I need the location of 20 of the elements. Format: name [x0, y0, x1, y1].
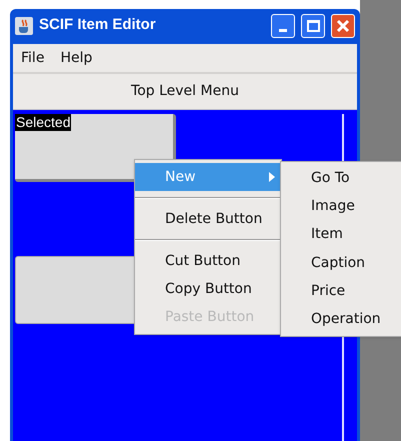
submenu-item[interactable]: Item [281, 220, 401, 249]
context-menu-item[interactable]: Cut Button [135, 247, 281, 275]
submenu-arrow-icon [269, 172, 275, 182]
submenu-item[interactable]: Go To [281, 164, 401, 192]
top-level-menu-button[interactable]: Top Level Menu [13, 74, 357, 110]
submenu-item[interactable]: Price [281, 277, 401, 306]
submenu-item[interactable]: Operation [281, 305, 401, 334]
submenu-item[interactable]: Caption [281, 248, 401, 278]
maximize-button[interactable] [301, 14, 325, 38]
menu-item[interactable]: File [21, 48, 44, 68]
submenu-item[interactable]: Image [281, 192, 401, 221]
selected-label: Selected [15, 114, 72, 131]
window-title: SCIF Item Editor [39, 15, 157, 36]
minimize-button[interactable] [271, 14, 295, 38]
context-menu-item[interactable]: Delete Button [135, 205, 281, 233]
close-button[interactable] [331, 14, 355, 38]
close-icon [336, 18, 350, 32]
menu-item[interactable]: Help [60, 48, 92, 68]
coffee-cup-icon [15, 16, 33, 34]
context-menu-item[interactable]: Copy Button [135, 275, 281, 303]
